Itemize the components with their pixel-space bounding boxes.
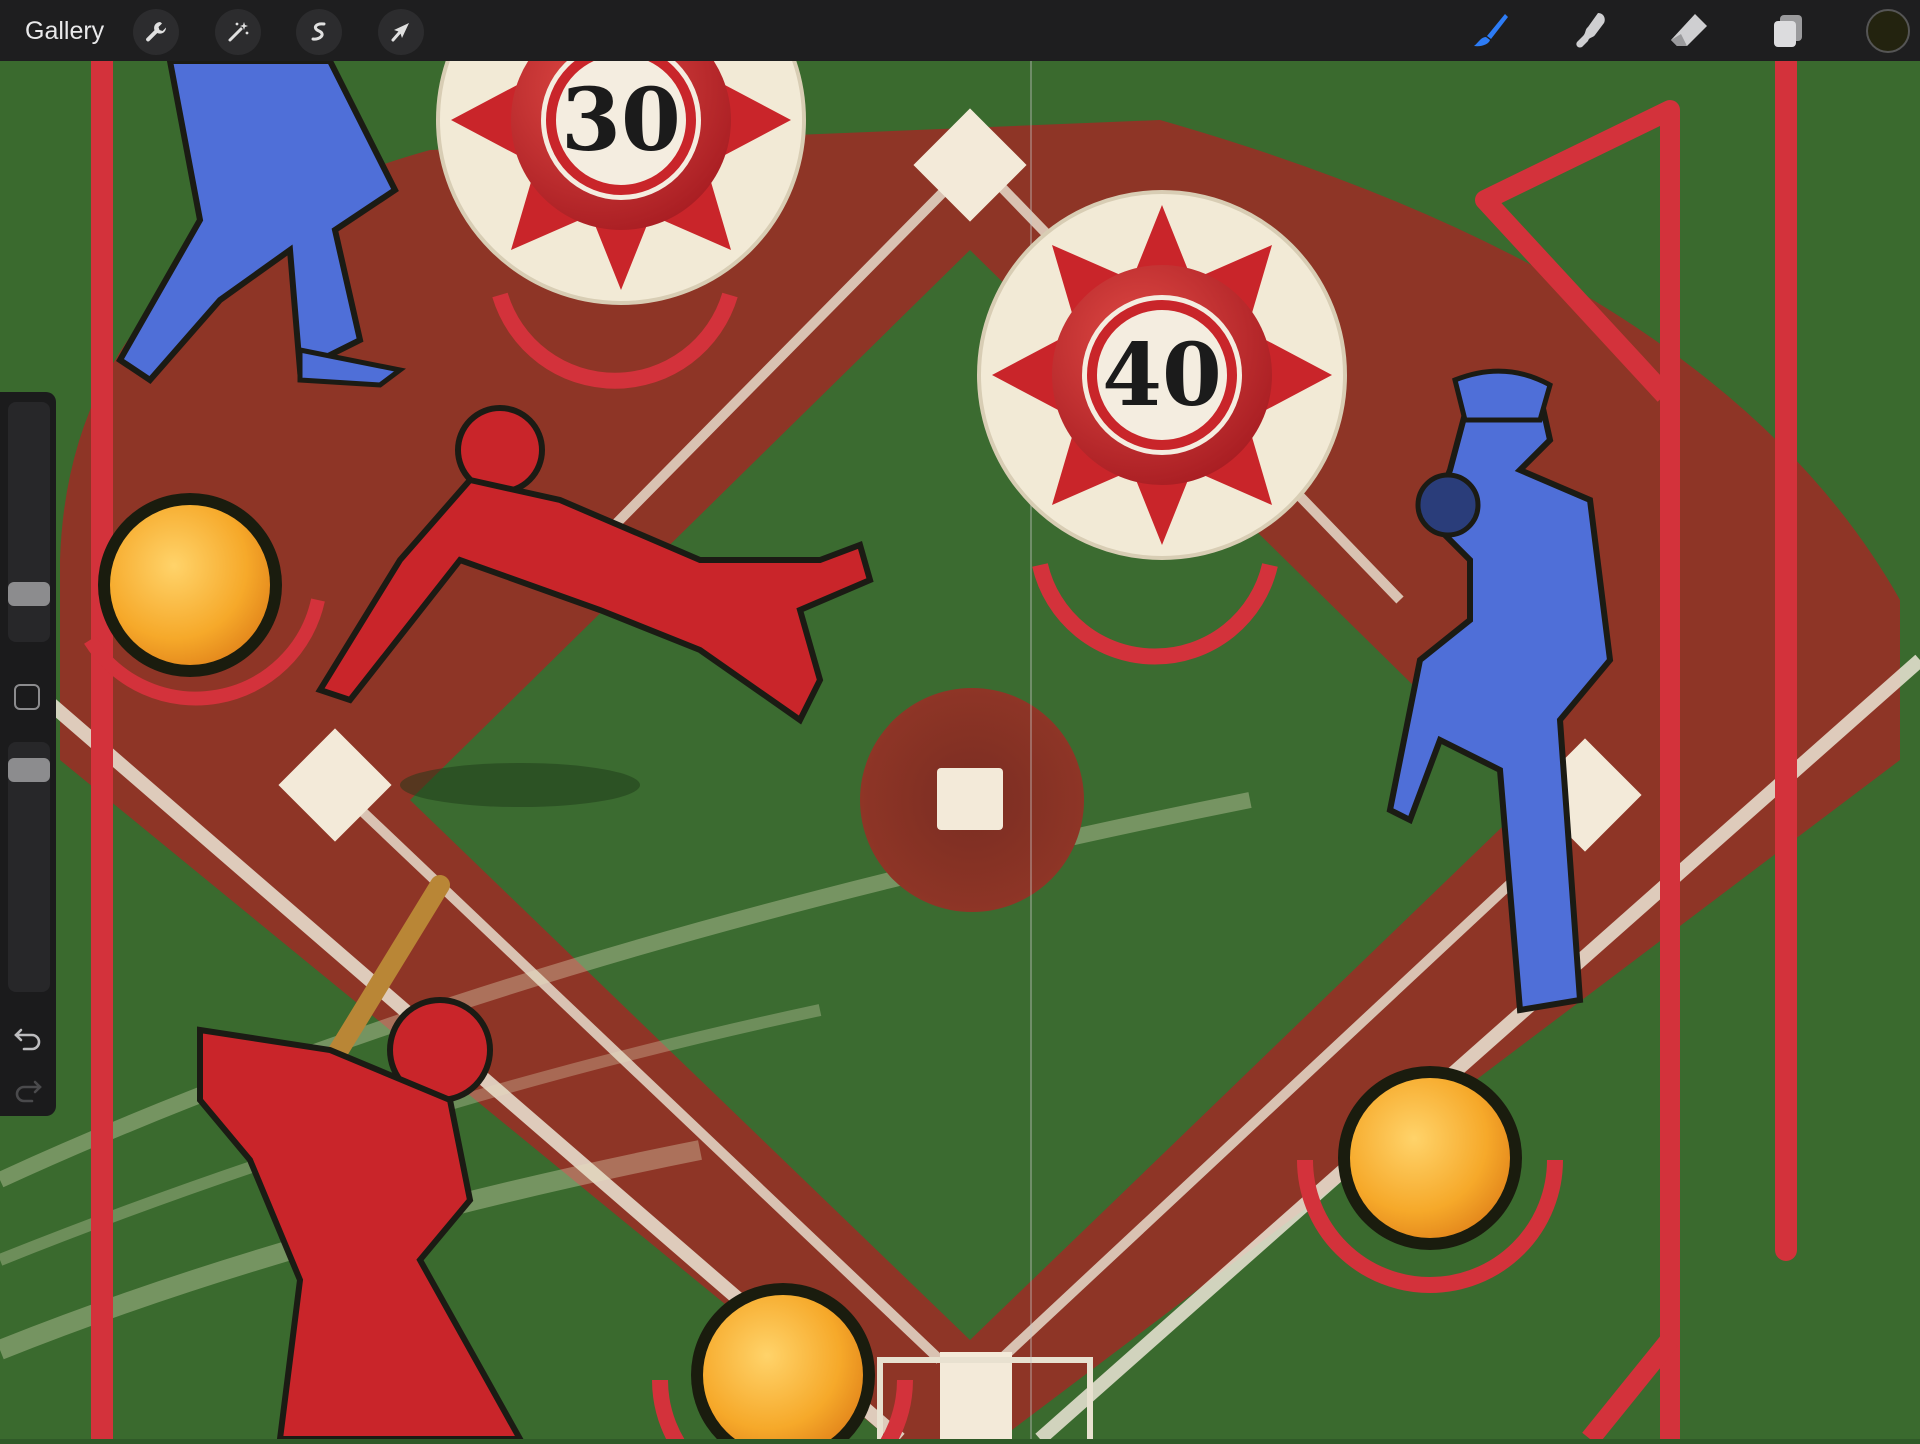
baseball-pinball-artwork: 30 40 — [0, 0, 1920, 1444]
brush-size-slider[interactable] — [8, 402, 50, 642]
undo-icon[interactable] — [12, 1022, 44, 1052]
smudge-icon[interactable] — [1567, 8, 1613, 54]
orange-ball-right — [1350, 1078, 1510, 1238]
eraser-icon[interactable] — [1666, 8, 1712, 54]
pitching-rubber — [937, 768, 1003, 830]
redo-icon[interactable] — [12, 1074, 44, 1104]
bumper-40-label: 40 — [1102, 325, 1222, 426]
brush-size-slider-thumb[interactable] — [8, 582, 50, 606]
color-swatch[interactable] — [1866, 9, 1910, 53]
brush-icon[interactable] — [1468, 8, 1514, 54]
layers-icon[interactable] — [1765, 8, 1811, 54]
opacity-slider-thumb[interactable] — [8, 758, 50, 782]
drawing-canvas[interactable]: 30 40 — [0, 0, 1920, 1444]
left-sidebar — [0, 392, 56, 1116]
selection-icon[interactable] — [296, 9, 342, 55]
home-plate — [940, 1352, 1012, 1442]
transform-arrow-icon[interactable] — [378, 9, 424, 55]
magic-wand-icon[interactable] — [215, 9, 261, 55]
modify-button[interactable] — [14, 684, 40, 710]
gallery-button[interactable]: Gallery — [25, 14, 104, 48]
wrench-icon[interactable] — [133, 9, 179, 55]
orange-ball-left — [110, 505, 270, 665]
bumper-30-label: 30 — [561, 70, 681, 171]
top-toolbar: Gallery — [0, 0, 1920, 61]
